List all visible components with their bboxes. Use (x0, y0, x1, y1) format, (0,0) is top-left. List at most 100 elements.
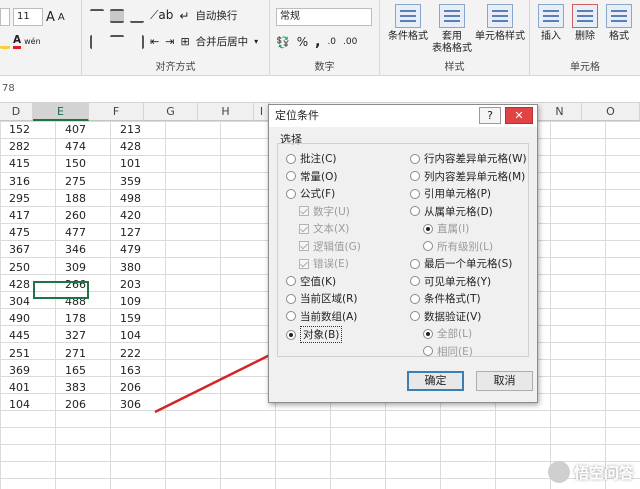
conditional-format-button[interactable]: 条件格式 (388, 4, 428, 43)
currency-icon[interactable]: 💱 (276, 36, 290, 49)
table-cell[interactable]: 304 (0, 293, 33, 310)
table-cell[interactable]: 417 (0, 207, 33, 224)
fill-color-icon[interactable] (0, 35, 10, 49)
table-cell[interactable]: 498 (89, 190, 144, 207)
dialog-option[interactable]: 条件格式(T) (410, 291, 481, 306)
wrap-text-icon[interactable]: ↵ (179, 9, 189, 23)
table-cell[interactable]: 475 (0, 224, 33, 241)
table-cell[interactable]: 178 (33, 310, 89, 327)
column-header-n[interactable]: N (538, 103, 582, 121)
table-cell[interactable]: 165 (33, 362, 89, 379)
format-button[interactable]: 格式 (606, 4, 632, 43)
table-cell[interactable]: 275 (33, 173, 89, 190)
wrap-text-button[interactable]: 自动换行 (195, 8, 237, 23)
table-cell[interactable]: 101 (89, 155, 144, 172)
formula-bar[interactable]: 78 (0, 76, 640, 103)
table-cell[interactable]: 159 (89, 310, 144, 327)
dialog-option[interactable]: 当前数组(A) (286, 309, 357, 324)
cell-styles-button[interactable]: 单元格样式 (475, 4, 525, 43)
number-format-select[interactable]: 常规 (276, 8, 372, 26)
table-cell[interactable]: 445 (0, 327, 33, 344)
table-cell[interactable]: 428 (0, 276, 33, 293)
table-cell[interactable]: 383 (33, 379, 89, 396)
align-bottom-icon[interactable] (130, 9, 144, 23)
dialog-option[interactable]: 可见单元格(Y) (410, 274, 491, 289)
dialog-option[interactable]: 常量(O) (286, 169, 337, 184)
font-shrink-icon[interactable]: A (58, 12, 65, 23)
percent-icon[interactable]: % (297, 35, 308, 49)
table-cell[interactable]: 295 (0, 190, 33, 207)
table-cell[interactable]: 109 (89, 293, 144, 310)
table-cell[interactable]: 415 (0, 155, 33, 172)
dialog-option[interactable]: 对象(B) (286, 326, 343, 343)
increase-decimal-icon[interactable]: .0 (327, 37, 336, 47)
font-name-box[interactable] (0, 8, 10, 26)
table-cell[interactable]: 188 (33, 190, 89, 207)
ok-button[interactable]: 确定 (407, 371, 464, 391)
help-button[interactable]: ? (479, 107, 501, 124)
table-cell[interactable]: 428 (89, 138, 144, 155)
align-left-icon[interactable] (90, 34, 104, 49)
delete-button[interactable]: 删除 (572, 4, 598, 43)
font-color-icon[interactable]: A (13, 34, 22, 49)
table-cell[interactable]: 222 (89, 345, 144, 362)
column-header-e[interactable]: E (33, 103, 89, 121)
table-cell[interactable]: 316 (0, 173, 33, 190)
table-cell[interactable]: 359 (89, 173, 144, 190)
table-cell[interactable]: 479 (89, 241, 144, 258)
table-cell[interactable]: 369 (0, 362, 33, 379)
table-cell[interactable]: 213 (89, 121, 144, 138)
table-cell[interactable]: 420 (89, 207, 144, 224)
table-cell[interactable]: 474 (33, 138, 89, 155)
table-cell[interactable]: 380 (89, 259, 144, 276)
table-cell[interactable]: 163 (89, 362, 144, 379)
table-cell[interactable]: 477 (33, 224, 89, 241)
insert-button[interactable]: 插入 (538, 4, 564, 43)
table-cell[interactable]: 309 (33, 259, 89, 276)
comma-icon[interactable]: , (315, 34, 320, 50)
table-cell[interactable]: 367 (0, 241, 33, 258)
column-header-d[interactable]: D (0, 103, 33, 121)
table-cell[interactable]: 152 (0, 121, 33, 138)
table-cell[interactable]: 306 (89, 396, 144, 413)
column-header-f[interactable]: F (89, 103, 144, 121)
table-cell[interactable]: 346 (33, 241, 89, 258)
table-cell[interactable]: 260 (33, 207, 89, 224)
table-cell[interactable]: 271 (33, 345, 89, 362)
chevron-down-icon[interactable]: ▾ (254, 37, 258, 46)
dialog-option[interactable]: 数据验证(V) (410, 309, 481, 324)
decrease-decimal-icon[interactable]: .00 (343, 37, 357, 47)
cancel-button[interactable]: 取消 (476, 371, 533, 391)
table-cell[interactable]: 250 (0, 259, 33, 276)
active-cell[interactable] (33, 281, 89, 299)
dialog-option[interactable]: 公式(F) (286, 186, 335, 201)
column-header-o[interactable]: O (582, 103, 640, 121)
column-header-h[interactable]: H (198, 103, 254, 121)
decrease-indent-icon[interactable]: ⇤ (150, 35, 159, 48)
align-right-icon[interactable] (130, 34, 144, 49)
dialog-option[interactable]: 批注(C) (286, 151, 337, 166)
table-cell[interactable]: 327 (33, 327, 89, 344)
table-cell[interactable]: 104 (89, 327, 144, 344)
close-button[interactable]: ✕ (505, 107, 533, 124)
orientation-icon[interactable]: ⟋ab (150, 8, 173, 23)
table-cell[interactable]: 127 (89, 224, 144, 241)
merge-icon[interactable]: ⊞ (180, 35, 189, 48)
table-cell[interactable]: 150 (33, 155, 89, 172)
merge-center-button[interactable]: 合并后居中 (196, 34, 249, 49)
align-center-icon[interactable] (110, 34, 124, 49)
format-as-table-button[interactable]: 套用 表格格式 (432, 4, 472, 55)
column-header-g[interactable]: G (144, 103, 198, 121)
table-cell[interactable]: 104 (0, 396, 33, 413)
table-cell[interactable]: 401 (0, 379, 33, 396)
table-cell[interactable]: 251 (0, 345, 33, 362)
dialog-option[interactable]: 引用单元格(P) (410, 186, 491, 201)
table-cell[interactable]: 490 (0, 310, 33, 327)
font-size-box[interactable]: 11 (13, 8, 43, 26)
table-cell[interactable]: 282 (0, 138, 33, 155)
table-cell[interactable]: 407 (33, 121, 89, 138)
dialog-option[interactable]: 行内容差异单元格(W) (410, 151, 527, 166)
table-cell[interactable]: 203 (89, 276, 144, 293)
increase-indent-icon[interactable]: ⇥ (165, 35, 174, 48)
align-middle-icon[interactable] (110, 8, 124, 23)
